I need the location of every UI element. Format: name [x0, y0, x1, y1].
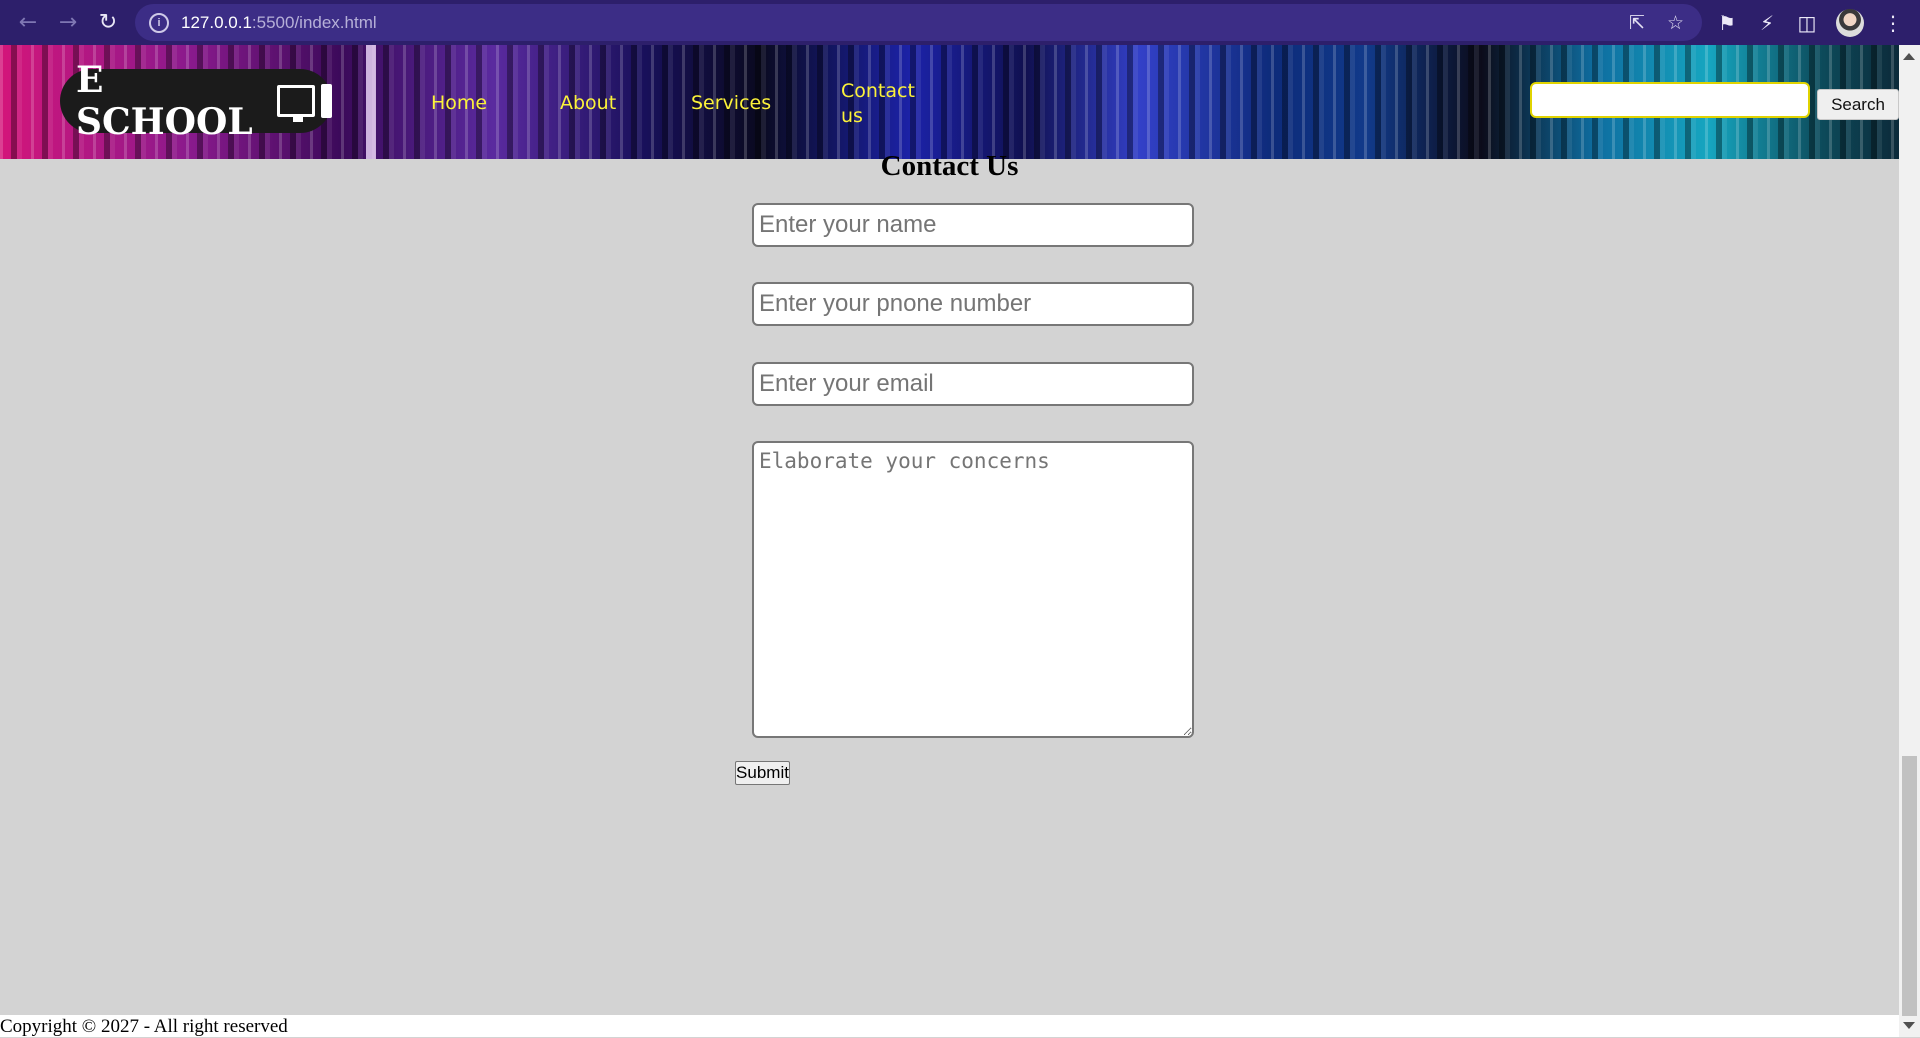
puzzle-icon[interactable]: ⚑ — [1716, 11, 1738, 35]
email-field[interactable] — [752, 362, 1194, 406]
monitor-icon — [277, 85, 316, 122]
page-scrollbar[interactable] — [1899, 45, 1920, 1037]
scroll-thumb[interactable] — [1902, 756, 1917, 1016]
toolbar-icons: ⚑ ⚡ ◫ ⋮ — [1716, 0, 1904, 45]
submit-button[interactable]: Submit — [735, 761, 790, 785]
name-field[interactable] — [752, 203, 1194, 247]
copyright-text: Copyright © 2027 - All right reserved — [0, 1016, 288, 1037]
lightning-circle-icon[interactable]: ⚡ — [1756, 11, 1778, 35]
phone-field[interactable] — [752, 282, 1194, 326]
reload-icon[interactable]: ↻ — [90, 5, 126, 41]
nav-services[interactable]: Services — [691, 92, 771, 114]
site-header: E SCHOOL Home About Services Contact us … — [0, 45, 1899, 159]
footer: Copyright © 2027 - All right reserved — [0, 1015, 1899, 1037]
address-bar-actions: ⇱ ☆ — [1629, 4, 1684, 41]
arrow-right-icon[interactable]: → — [50, 5, 86, 41]
scroll-up-icon[interactable] — [1903, 53, 1915, 60]
arrow-left-icon[interactable]: ← — [10, 5, 46, 41]
star-icon[interactable]: ☆ — [1667, 12, 1684, 34]
nav-contact[interactable]: Contact us — [841, 79, 931, 129]
contact-title-text: Contact Us — [880, 150, 1019, 182]
url-text[interactable]: 127.0.0.1:5500/index.html — [181, 13, 377, 33]
scroll-down-icon[interactable] — [1903, 1022, 1915, 1029]
avatar-icon[interactable] — [1836, 8, 1864, 37]
url-host: 127.0.0.1 — [181, 12, 252, 32]
contact-title: Contact Us — [0, 150, 1899, 183]
kebab-menu-icon[interactable]: ⋮ — [1882, 11, 1904, 35]
url-path: :5500/index.html — [251, 12, 377, 32]
logo-text: E SCHOOL — [76, 59, 253, 143]
address-bar[interactable]: i 127.0.0.1:5500/index.html ⇱ ☆ — [135, 4, 1702, 41]
phone-icon — [321, 84, 332, 118]
search-input[interactable] — [1530, 82, 1810, 118]
nav-about[interactable]: About — [560, 92, 616, 114]
nav-home[interactable]: Home — [431, 92, 487, 114]
side-panel-icon[interactable]: ◫ — [1796, 11, 1818, 35]
share-icon[interactable]: ⇱ — [1629, 12, 1645, 34]
logo[interactable]: E SCHOOL — [60, 59, 332, 143]
concerns-textarea[interactable] — [752, 441, 1194, 738]
browser-toolbar: ← → ↻ i 127.0.0.1:5500/index.html ⇱ ☆ ⚑ … — [0, 0, 1920, 45]
info-icon[interactable]: i — [149, 12, 169, 33]
search-button[interactable]: Search — [1817, 89, 1899, 120]
header-stripe — [366, 45, 376, 159]
